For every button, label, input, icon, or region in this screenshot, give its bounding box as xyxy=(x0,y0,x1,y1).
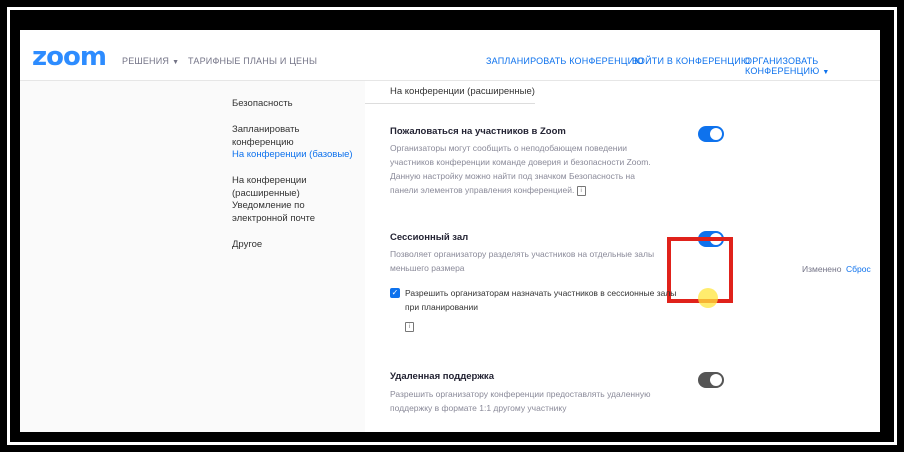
zoom-logo[interactable]: zoom xyxy=(32,42,107,72)
toggle-remote-support[interactable] xyxy=(698,372,724,388)
info-icon-container: i xyxy=(405,318,414,336)
nav-plans[interactable]: ТАРИФНЫЕ ПЛАНЫ И ЦЕНЫ xyxy=(188,56,317,66)
modified-label: Изменено xyxy=(802,264,842,274)
setting-title-remote-support: Удаленная поддержка xyxy=(390,371,494,382)
chevron-down-icon: ▼ xyxy=(822,69,830,76)
setting-title-breakout: Сессионный зал xyxy=(390,232,469,243)
section-divider xyxy=(365,103,535,104)
nav-join[interactable]: ВОЙТИ В КОНФЕРЕНЦИЮ xyxy=(632,56,750,66)
toggle-report-participants[interactable] xyxy=(698,126,724,142)
nav-solutions[interactable]: РЕШЕНИЯ ▼ xyxy=(122,56,179,66)
setting-desc-remote-support: Разрешить организатору конференции предо… xyxy=(390,389,651,413)
sidebar-item-security[interactable]: Безопасность xyxy=(232,97,362,110)
top-navigation: zoom РЕШЕНИЯ ▼ ТАРИФНЫЕ ПЛАНЫ И ЦЕНЫ ЗАПЛ… xyxy=(20,30,880,81)
cursor-highlight xyxy=(698,288,718,308)
info-icon[interactable]: i xyxy=(576,185,586,196)
setting-desc-report: Организаторы могут сообщить о неподобающ… xyxy=(390,143,651,196)
toggle-knob xyxy=(710,374,722,386)
sidebar-item-schedule[interactable]: Запланировать конференцию xyxy=(232,123,362,149)
browser-screen: zoom РЕШЕНИЯ ▼ ТАРИФНЫЕ ПЛАНЫ И ЦЕНЫ ЗАПЛ… xyxy=(20,30,880,432)
sidebar-item-in-meeting-advanced[interactable]: На конференции (расширенные) xyxy=(232,174,362,200)
nav-host[interactable]: ОРГАНИЗОВАТЬ КОНФЕРЕНЦИЮ ▼ xyxy=(745,56,880,76)
sidebar-item-in-meeting-basic[interactable]: На конференции (базовые) xyxy=(232,148,362,161)
section-header: На конференции (расширенные) xyxy=(390,86,535,97)
sidebar-item-email-notification[interactable]: Уведомление по электронной почте xyxy=(232,199,362,225)
info-icon[interactable]: i xyxy=(405,321,414,332)
sidebar-item-other[interactable]: Другое xyxy=(232,238,362,251)
chevron-down-icon: ▼ xyxy=(172,59,180,66)
settings-content: На конференции (расширенные) Пожаловатьс… xyxy=(365,81,880,432)
setting-desc-breakout: Позволяет организатору разделять участни… xyxy=(390,249,655,273)
checkbox-label: Разрешить организаторам назначать участн… xyxy=(405,288,677,312)
nav-schedule[interactable]: ЗАПЛАНИРОВАТЬ КОНФЕРЕНЦИЮ xyxy=(486,56,644,66)
setting-title-report: Пожаловаться на участников в Zoom xyxy=(390,126,566,137)
toggle-knob xyxy=(710,128,722,140)
reset-link[interactable]: Сброс xyxy=(846,264,871,274)
breakout-prescheduling-checkbox[interactable]: ✓ xyxy=(390,288,400,298)
settings-sidebar: Безопасность Запланировать конференцию Н… xyxy=(20,81,365,432)
